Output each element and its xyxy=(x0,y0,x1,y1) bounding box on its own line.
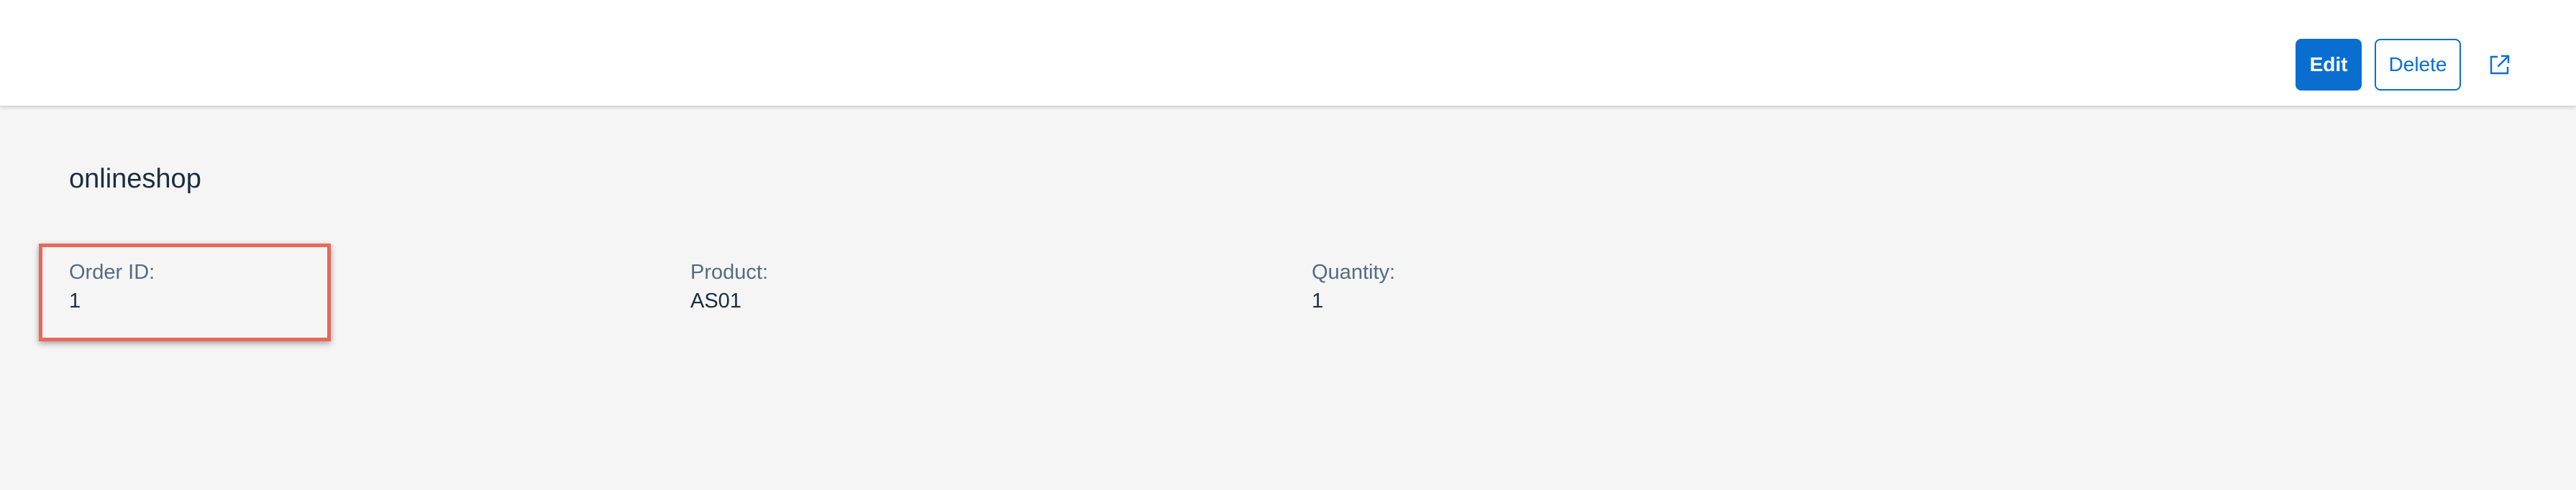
quantity-label: Quantity: xyxy=(1312,261,1396,284)
product-value: AS01 xyxy=(690,290,741,313)
attribute-quantity: Quantity: 1 xyxy=(1312,259,1395,316)
order-id-value: 1 xyxy=(69,290,81,313)
attribute-product: Product: AS01 xyxy=(690,259,768,316)
object-title: onlineshop xyxy=(69,164,201,194)
product-label: Product: xyxy=(690,261,768,284)
header-bar: Edit Delete xyxy=(0,0,2576,106)
object-page: Edit Delete onlineshop Order ID: 1 Produ… xyxy=(0,0,2576,490)
order-id-label: Order ID: xyxy=(69,261,155,284)
share-button[interactable] xyxy=(2474,39,2526,91)
quantity-value: 1 xyxy=(1312,290,1324,313)
header-toolbar: Edit Delete xyxy=(2296,39,2526,91)
object-content: onlineshop Order ID: 1 Product: AS01 Qua… xyxy=(0,106,2576,490)
delete-button[interactable]: Delete xyxy=(2375,39,2461,91)
attribute-order-id: Order ID: 1 xyxy=(69,259,155,316)
share-icon xyxy=(2490,55,2510,75)
edit-button[interactable]: Edit xyxy=(2296,39,2362,91)
